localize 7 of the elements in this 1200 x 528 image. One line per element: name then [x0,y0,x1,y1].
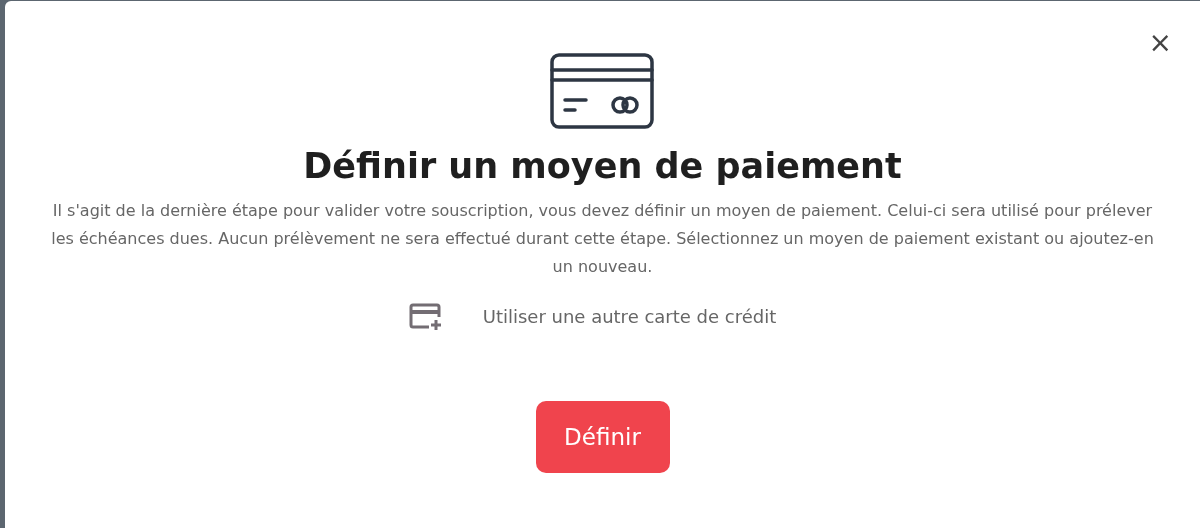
define-button[interactable]: Définir [535,400,670,473]
close-button[interactable]: × [1148,29,1172,57]
credit-card-icon [549,53,656,129]
add-card-icon[interactable] [408,302,443,331]
dialog-description: Il s'agit de la dernière étape pour valider votre souscription, vous devez définir un moyen de paiement. Celui-ci sera utilisé pour prélever les échéances dues. Aucun prélèvement ne sera effectué durant cette étape. Sélectionnez un moyen de paiement existant ou ajoutez-en un nouveau. [50,199,1155,278]
option-label[interactable]: Utiliser une autre carte de crédit [482,303,777,331]
dialog-title: Définir un moyen de paiement [303,145,902,188]
